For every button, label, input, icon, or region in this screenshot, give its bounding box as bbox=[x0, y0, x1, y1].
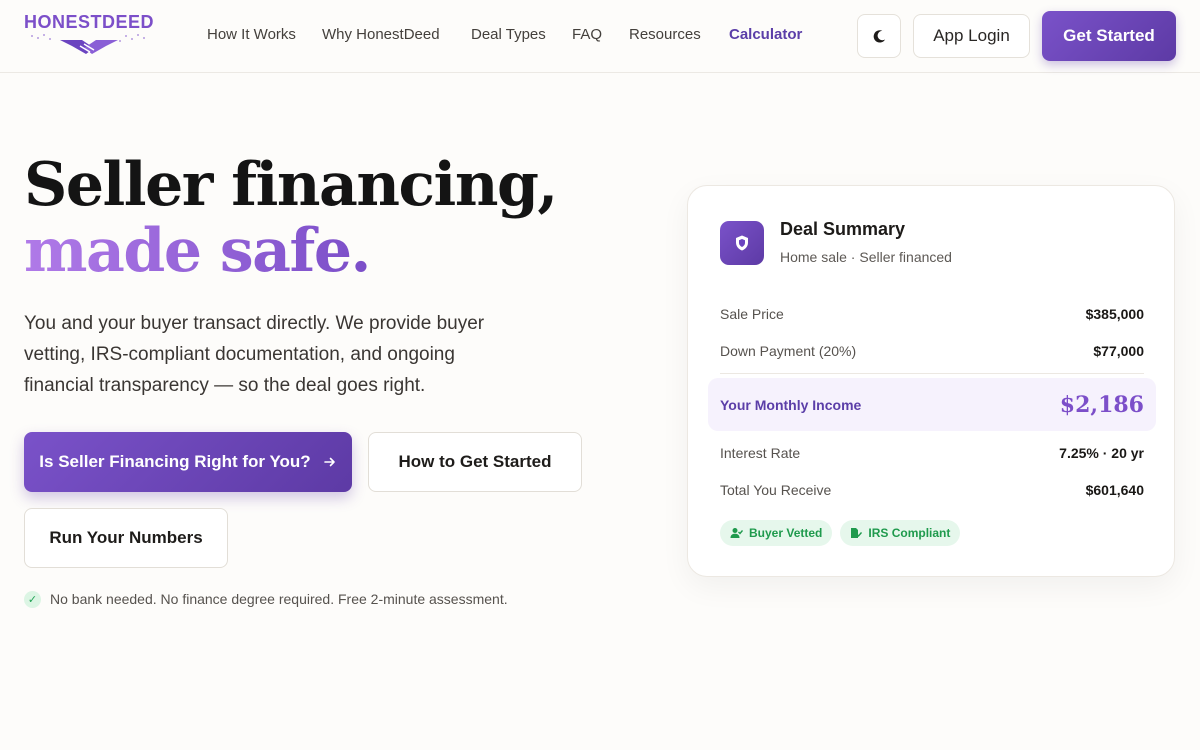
how-to-get-started-button[interactable]: How to Get Started bbox=[368, 432, 582, 492]
interest-rate-row: Interest Rate 7.25% · 20 yr bbox=[720, 441, 1144, 465]
buyer-vetted-badge: Buyer Vetted bbox=[720, 520, 833, 546]
monthly-income-row: Your Monthly Income $2,186 bbox=[708, 378, 1156, 431]
document-icon bbox=[851, 528, 863, 538]
total-label: Total You Receive bbox=[720, 482, 832, 498]
nav-resources[interactable]: Resources bbox=[629, 26, 701, 43]
check-icon: ✓ bbox=[24, 590, 41, 608]
irs-compliant-badge: IRS Compliant bbox=[840, 520, 961, 546]
app-login-button[interactable]: App Login bbox=[913, 14, 1030, 58]
shield-icon bbox=[736, 235, 748, 251]
nav-why-honestdeed[interactable]: Why HonestDeed bbox=[322, 26, 440, 43]
nav-how-it-works[interactable]: How It Works bbox=[207, 26, 296, 43]
card-subtitle: Home sale · Seller financed bbox=[780, 249, 952, 265]
site-header: HONESTDEED How It Works Why HonestDeed D… bbox=[0, 0, 1200, 73]
sale-price-value: $385,000 bbox=[1085, 306, 1144, 322]
interest-rate-value: 7.25% · 20 yr bbox=[1059, 445, 1144, 461]
nav-faq[interactable]: FAQ bbox=[572, 26, 602, 43]
down-payment-row: Down Payment (20%) $77,000 bbox=[720, 339, 1144, 363]
assurance-note: ✓ No bank needed. No finance degree requ… bbox=[24, 589, 508, 609]
hero-title-accent: made safe. bbox=[24, 218, 584, 284]
assurance-text: No bank needed. No finance degree requir… bbox=[50, 591, 508, 607]
irs-compliant-label: IRS Compliant bbox=[868, 526, 951, 540]
hero-title: Seller financing, made safe. bbox=[24, 152, 584, 284]
moon-icon bbox=[873, 29, 885, 43]
user-check-icon bbox=[730, 528, 743, 538]
cta-primary-label: Is Seller Financing Right for You? bbox=[39, 452, 311, 471]
total-value: $601,640 bbox=[1085, 482, 1144, 498]
brand-logo[interactable]: HONESTDEED bbox=[24, 12, 154, 58]
card-badge bbox=[720, 221, 764, 265]
summary-divider bbox=[720, 373, 1144, 374]
arrow-right-icon bbox=[323, 457, 335, 467]
down-payment-label: Down Payment (20%) bbox=[720, 343, 857, 359]
seller-financing-quiz-button[interactable]: Is Seller Financing Right for You? bbox=[24, 432, 352, 492]
monthly-income-value: $2,186 bbox=[1059, 391, 1144, 418]
brand-name: HONESTDEED bbox=[24, 12, 155, 32]
sale-price-row: Sale Price $385,000 bbox=[720, 302, 1144, 326]
theme-toggle-button[interactable] bbox=[857, 14, 901, 58]
nav-deal-types[interactable]: Deal Types bbox=[471, 26, 546, 43]
sale-price-label: Sale Price bbox=[720, 306, 784, 322]
hero-subtitle: You and your buyer transact directly. We… bbox=[24, 313, 485, 396]
total-row: Total You Receive $601,640 bbox=[720, 478, 1144, 502]
down-payment-value: $77,000 bbox=[1093, 343, 1144, 359]
get-started-button[interactable]: Get Started bbox=[1042, 11, 1176, 61]
deal-summary-card: Deal Summary Home sale · Seller financed… bbox=[687, 185, 1175, 577]
handshake-icon bbox=[31, 34, 145, 54]
interest-rate-label: Interest Rate bbox=[720, 445, 801, 461]
card-title: Deal Summary bbox=[780, 219, 906, 239]
buyer-vetted-label: Buyer Vetted bbox=[749, 526, 823, 540]
run-your-numbers-button[interactable]: Run Your Numbers bbox=[24, 508, 228, 568]
hero-title-line1: Seller financing, bbox=[24, 150, 558, 220]
monthly-income-label: Your Monthly Income bbox=[720, 396, 862, 413]
nav-calculator[interactable]: Calculator bbox=[729, 26, 802, 43]
trust-badges: Buyer Vetted IRS Compliant bbox=[720, 520, 961, 546]
